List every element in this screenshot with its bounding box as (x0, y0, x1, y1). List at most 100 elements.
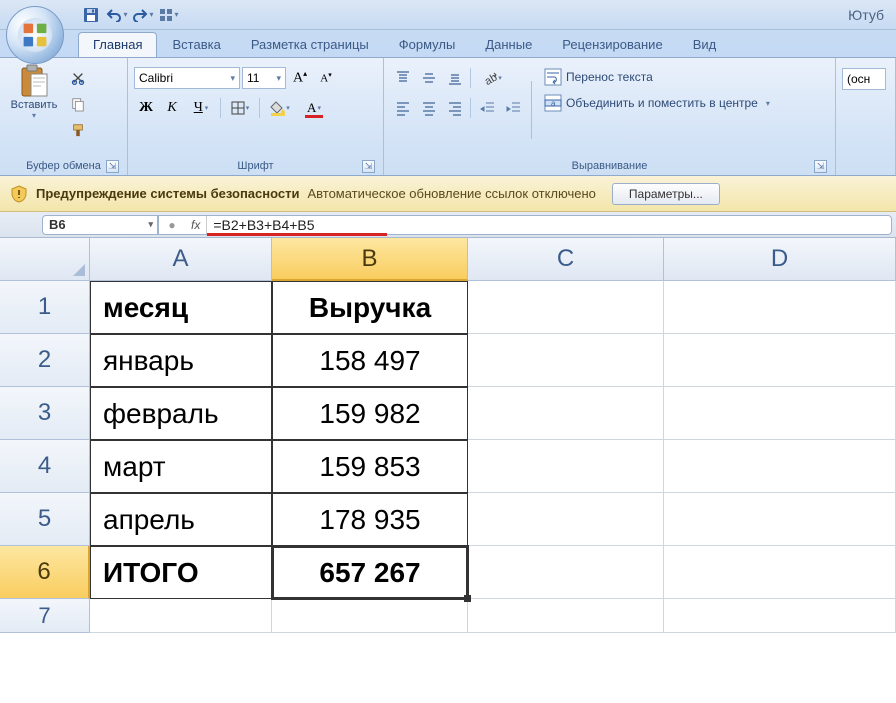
security-options-button[interactable]: Параметры... (612, 183, 720, 205)
qat-extra-icon[interactable]: ▾ (158, 4, 180, 26)
cell-C2[interactable] (468, 334, 664, 387)
svg-text:a: a (551, 99, 556, 108)
cancel-formula-icon[interactable]: ● (159, 216, 185, 234)
undo-icon[interactable]: ▾ (106, 4, 128, 26)
cell-B7[interactable] (272, 599, 468, 633)
cell-C1[interactable] (468, 281, 664, 334)
cell-D7[interactable] (664, 599, 896, 633)
window-title: Ютуб (848, 7, 884, 23)
col-header-C[interactable]: C (468, 238, 664, 281)
orientation-icon[interactable]: ab▾ (475, 66, 509, 90)
security-bar: Предупреждение системы безопасности Авто… (0, 176, 896, 212)
cell-B2[interactable]: 158 497 (272, 334, 468, 387)
font-name-combo[interactable]: Calibri▾ (134, 67, 240, 89)
quick-access-toolbar: ▾ ▾ ▾ (80, 4, 180, 26)
format-painter-icon[interactable] (66, 118, 90, 142)
col-header-B[interactable]: B (272, 238, 468, 281)
office-button[interactable] (6, 6, 64, 64)
align-center-icon[interactable] (416, 96, 440, 120)
save-icon[interactable] (80, 4, 102, 26)
cell-C3[interactable] (468, 387, 664, 440)
fx-icon[interactable]: fx (185, 216, 207, 234)
borders-icon[interactable]: ▾ (225, 96, 255, 120)
alignment-launcher-icon[interactable]: ⇲ (814, 160, 827, 173)
group-alignment: Выравнивание⇲ (390, 158, 829, 175)
tab-view[interactable]: Вид (678, 32, 732, 57)
name-box[interactable]: B6▾ (42, 215, 158, 235)
align-left-icon[interactable] (390, 96, 414, 120)
row-header-6[interactable]: 6 (0, 546, 90, 599)
cell-B6[interactable]: 657 267 (272, 546, 468, 599)
fill-color-icon[interactable]: ▾ (264, 96, 296, 120)
increase-indent-icon[interactable] (501, 96, 525, 120)
paste-button[interactable]: Вставить ▾ (6, 62, 62, 123)
row-header-4[interactable]: 4 (0, 440, 90, 493)
cell-C6[interactable] (468, 546, 664, 599)
cell-D1[interactable] (664, 281, 896, 334)
number-format-combo[interactable]: (осн (842, 68, 886, 90)
decrease-font-icon[interactable]: A▾ (314, 66, 338, 90)
clipboard-launcher-icon[interactable]: ⇲ (106, 160, 119, 173)
redo-icon[interactable]: ▾ (132, 4, 154, 26)
row-header-2[interactable]: 2 (0, 334, 90, 387)
cell-D6[interactable] (664, 546, 896, 599)
italic-icon[interactable]: К (160, 96, 184, 120)
wrap-text-button[interactable]: Перенос текста (538, 66, 776, 88)
row-header-5[interactable]: 5 (0, 493, 90, 546)
group-clipboard: Буфер обмена⇲ (6, 158, 121, 175)
cell-D3[interactable] (664, 387, 896, 440)
cell-A1[interactable]: месяц (90, 281, 272, 334)
cut-icon[interactable] (66, 66, 90, 90)
spreadsheet-grid[interactable]: A B C D 1 месяц Выручка 2 январь 158 497… (0, 238, 896, 633)
underline-icon[interactable]: Ч▾ (186, 96, 216, 120)
cell-A2[interactable]: январь (90, 334, 272, 387)
cell-A5[interactable]: апрель (90, 493, 272, 546)
font-size-combo[interactable]: 11▾ (242, 67, 286, 89)
paste-label: Вставить (11, 99, 58, 111)
wrap-text-label: Перенос текста (566, 70, 653, 84)
increase-font-icon[interactable]: A▴ (288, 66, 312, 90)
tab-data[interactable]: Данные (470, 32, 547, 57)
align-bottom-icon[interactable] (442, 66, 466, 90)
row-header-7[interactable]: 7 (0, 599, 90, 633)
align-middle-icon[interactable] (416, 66, 440, 90)
cell-C5[interactable] (468, 493, 664, 546)
cell-A6[interactable]: ИТОГО (90, 546, 272, 599)
decrease-indent-icon[interactable] (475, 96, 499, 120)
font-color-icon[interactable]: A▾ (298, 96, 330, 120)
merge-center-label: Объединить и поместить в центре (566, 96, 758, 110)
col-header-A[interactable]: A (90, 238, 272, 281)
col-header-D[interactable]: D (664, 238, 896, 281)
tab-home[interactable]: Главная (78, 32, 157, 57)
cell-C7[interactable] (468, 599, 664, 633)
row-header-1[interactable]: 1 (0, 281, 90, 334)
cell-A3[interactable]: февраль (90, 387, 272, 440)
font-launcher-icon[interactable]: ⇲ (362, 160, 375, 173)
cell-B5[interactable]: 178 935 (272, 493, 468, 546)
copy-icon[interactable] (66, 92, 90, 116)
cell-B3[interactable]: 159 982 (272, 387, 468, 440)
cell-D4[interactable] (664, 440, 896, 493)
cell-D5[interactable] (664, 493, 896, 546)
merge-center-button[interactable]: a Объединить и поместить в центре ▾ (538, 92, 776, 114)
select-all-corner[interactable] (0, 238, 90, 281)
tab-pagelayout[interactable]: Разметка страницы (236, 32, 384, 57)
tab-formulas[interactable]: Формулы (384, 32, 471, 57)
cell-A7[interactable] (90, 599, 272, 633)
ribbon: Вставить ▾ Буфер обмена⇲ Calibri▾ 11▾ A▴… (0, 58, 896, 176)
cell-D2[interactable] (664, 334, 896, 387)
tab-insert[interactable]: Вставка (157, 32, 235, 57)
cell-C4[interactable] (468, 440, 664, 493)
security-message: Автоматическое обновление ссылок отключе… (307, 186, 595, 201)
align-top-icon[interactable] (390, 66, 414, 90)
formula-input[interactable]: =B2+B3+B4+B5 (207, 217, 891, 233)
row-header-3[interactable]: 3 (0, 387, 90, 440)
align-right-icon[interactable] (442, 96, 466, 120)
security-title: Предупреждение системы безопасности (36, 186, 299, 201)
cell-B1[interactable]: Выручка (272, 281, 468, 334)
svg-text:ab: ab (483, 71, 498, 86)
bold-icon[interactable]: Ж (134, 96, 158, 120)
tab-review[interactable]: Рецензирование (547, 32, 677, 57)
cell-A4[interactable]: март (90, 440, 272, 493)
cell-B4[interactable]: 159 853 (272, 440, 468, 493)
